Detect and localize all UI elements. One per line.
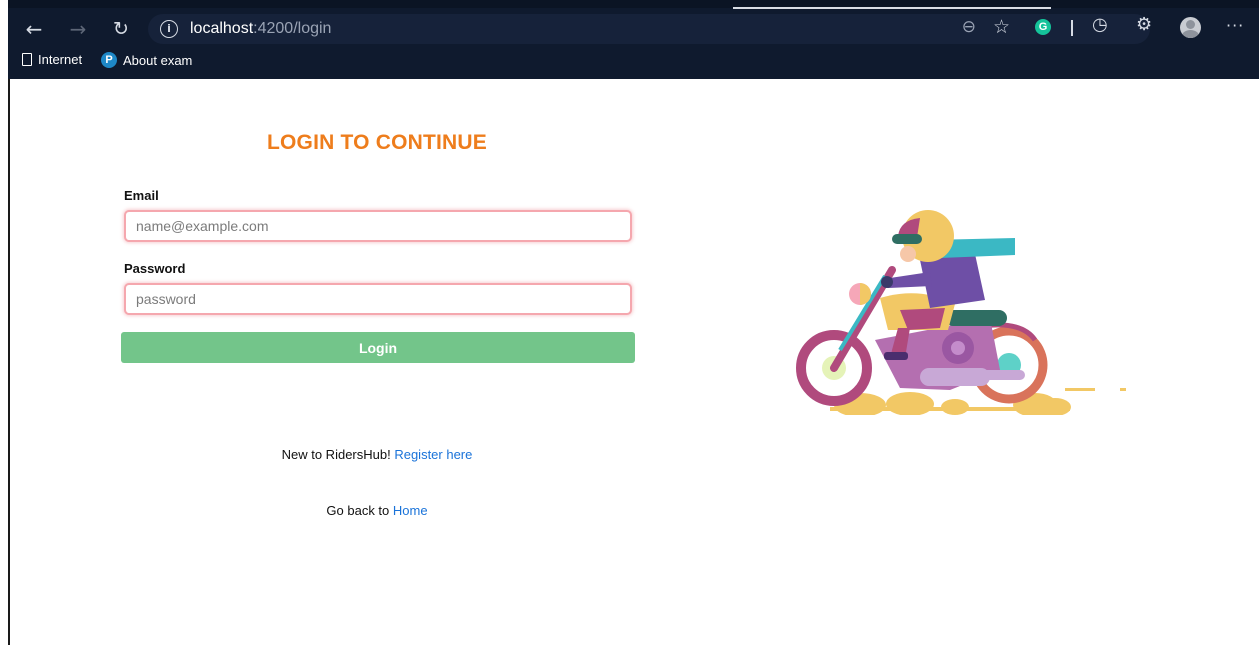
email-label: Email xyxy=(124,188,159,203)
url-path: :4200/login xyxy=(253,20,332,37)
page-title: LOGIN TO CONTINUE xyxy=(266,131,487,154)
motorcycle-rider-illustration xyxy=(796,210,1126,415)
zoom-out-icon[interactable]: ⊖ xyxy=(962,17,976,37)
tab-strip xyxy=(8,0,1259,8)
bookmark-internet[interactable]: Internet xyxy=(22,52,82,67)
grammarly-icon[interactable]: G xyxy=(1035,19,1051,35)
register-link[interactable]: Register here xyxy=(394,447,472,462)
extensions-icon[interactable]: ⚙ xyxy=(1136,14,1152,35)
bookmark-label: About exam xyxy=(123,52,193,68)
browser-window: ← → ↻ i localhost:4200/login ⊖ ☆ G ◷ ⚙ ·… xyxy=(0,0,1259,645)
email-field[interactable] xyxy=(124,210,632,242)
register-text: New to RidersHub! xyxy=(281,447,395,462)
favorites-icon[interactable]: ☆ xyxy=(993,16,1010,38)
bookmark-about-exam[interactable]: P About exam xyxy=(101,52,192,68)
bookmark-label: Internet xyxy=(38,52,83,67)
window-border xyxy=(8,79,10,645)
url-host: localhost xyxy=(190,20,254,37)
refresh-icon[interactable]: ↻ xyxy=(107,15,135,43)
back-icon[interactable]: ← xyxy=(20,15,48,43)
password-field[interactable] xyxy=(124,283,632,315)
info-icon[interactable]: i xyxy=(160,20,178,38)
toolbar-separator xyxy=(1071,20,1073,36)
p-icon: P xyxy=(101,52,117,68)
url-text[interactable]: localhost:4200/login xyxy=(190,20,331,38)
profile-icon[interactable] xyxy=(1180,17,1201,38)
page-icon xyxy=(22,53,32,66)
home-line: Go back to Home xyxy=(120,503,634,518)
bookmarks-bar: Internet P About exam xyxy=(8,50,1259,74)
forward-icon[interactable]: → xyxy=(64,15,92,43)
history-icon[interactable]: ◷ xyxy=(1092,14,1108,35)
register-line: New to RidersHub! Register here xyxy=(120,447,634,462)
address-bar[interactable]: i localhost:4200/login ⊖ ☆ xyxy=(148,14,1150,44)
tab-indicator xyxy=(733,7,1051,9)
password-label: Password xyxy=(124,261,186,276)
home-text: Go back to xyxy=(326,503,393,518)
login-button[interactable]: Login xyxy=(121,332,635,363)
more-icon[interactable]: ··· xyxy=(1226,16,1244,35)
home-link[interactable]: Home xyxy=(393,503,428,518)
